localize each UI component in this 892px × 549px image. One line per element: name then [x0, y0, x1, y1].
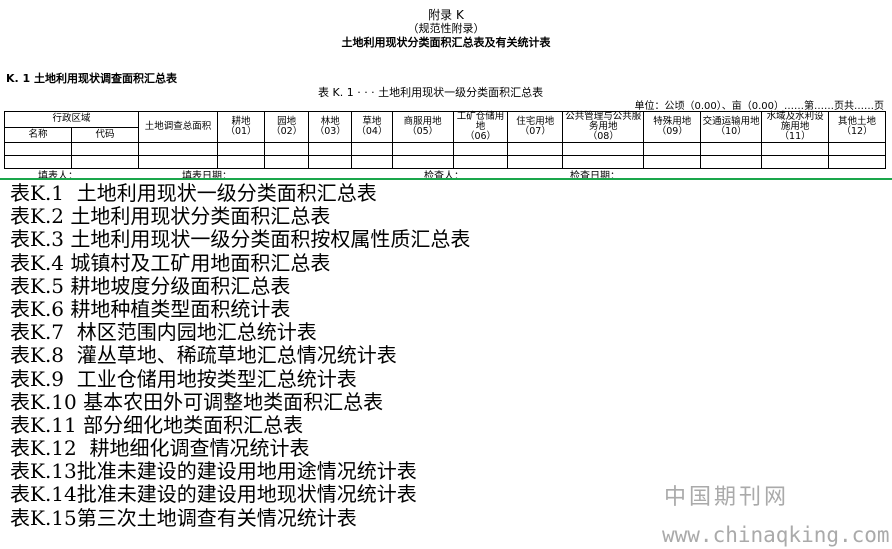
- table-row: [4, 142, 886, 156]
- col-header-03: 林地 （03）: [308, 111, 353, 143]
- list-item: 表K.14批准未建设的建设用地现状情况统计表: [10, 482, 417, 507]
- table-list: 表K.1 土地利用现状一级分类面积汇总表 表K.2 土地利用现状分类面积汇总表 …: [10, 181, 471, 530]
- list-item: 表K.4 城镇村及工矿用地面积汇总表: [10, 250, 331, 275]
- col-header-10: 交通运输用地 （10）: [700, 111, 763, 143]
- watermark-url: www.chinaqking.com: [662, 523, 890, 547]
- divider: [0, 178, 892, 180]
- table-caption: 表 K. 1 · · · 土地利用现状一级分类面积汇总表: [318, 86, 544, 99]
- col-header-02: 园地 （02）: [263, 111, 310, 143]
- list-item: 表K.12 耕地细化调查情况统计表: [10, 436, 310, 461]
- col-header-09: 特殊用地 （09）: [643, 111, 702, 143]
- list-item: 表K.3 土地利用现状一级分类面积按权属性质汇总表: [10, 227, 471, 252]
- list-item: 表K.5 耕地坡度分级面积汇总表: [10, 273, 291, 298]
- unit-line: 单位：公顷（0.00）、亩（0.00）……第……页共……页: [634, 101, 884, 112]
- table-header-row: 行政区域 土地调查总面积 耕地 （01） 园地 （02） 林地 （03） 草地 （04）…: [4, 111, 886, 143]
- list-item: 表K.13批准未建设的建设用地用途情况统计表: [10, 459, 417, 484]
- list-item: 表K.10 基本农田外可调整地类面积汇总表: [10, 389, 384, 414]
- list-item: 表K.9 工业仓储用地按类型汇总统计表: [10, 366, 357, 391]
- list-item: 表K.11 部分细化地类面积汇总表: [10, 412, 304, 437]
- section-heading: K. 1 土地利用现状调查面积汇总表: [6, 72, 178, 85]
- name-header: 名称: [4, 126, 72, 143]
- summary-table: 行政区域 土地调查总面积 耕地 （01） 园地 （02） 林地 （03） 草地 （04）…: [4, 111, 886, 169]
- list-item: 表K.6 耕地种植类型面积统计表: [10, 296, 291, 321]
- admin-region-header: 行政区域: [4, 111, 139, 128]
- list-item: 表K.15第三次土地调查有关情况统计表: [10, 505, 357, 530]
- list-item: 表K.1 土地利用现状一级分类面积汇总表: [10, 181, 377, 205]
- total-area-header: 土地调查总面积: [137, 111, 219, 143]
- col-header-08: 公共管理与公共服务用地 （08）: [562, 111, 645, 143]
- col-header-06: 工矿仓储用地 （06）: [452, 111, 509, 143]
- list-item: 表K.7 林区范围内园地汇总统计表: [10, 320, 317, 345]
- col-header-07: 住宅用地 （07）: [507, 111, 564, 143]
- list-item: 表K.2 土地利用现状分类面积汇总表: [10, 204, 331, 229]
- watermark-logo: 中国期刊网: [664, 485, 790, 510]
- list-item: 表K.8 灌丛草地、稀疏草地汇总情况统计表: [10, 343, 397, 368]
- col-header-05: 商服用地 （05）: [391, 111, 454, 143]
- col-header-01: 耕地 （01）: [217, 111, 265, 143]
- code-header: 代码: [70, 126, 139, 143]
- col-header-11: 水域及水利设施用地 （11）: [761, 111, 830, 143]
- col-header-12: 其他土地 （12）: [828, 111, 886, 143]
- page-title: 土地利用现状分类面积汇总表及有关统计表: [341, 36, 551, 49]
- document-header-region: 附录 K （规范性附录） 土地利用现状分类面积汇总表及有关统计表 K. 1 土地…: [0, 0, 892, 182]
- col-header-04: 草地 （04）: [351, 111, 393, 143]
